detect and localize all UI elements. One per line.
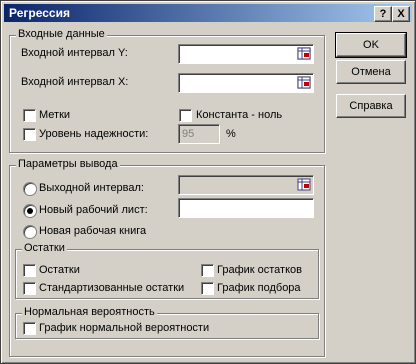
help-button[interactable]: Справка: [336, 94, 406, 118]
labels-label: Метки: [39, 109, 71, 121]
cancel-button[interactable]: Отмена: [336, 60, 406, 84]
ok-button[interactable]: OK: [335, 32, 407, 58]
input-y-label: Входной интервал Y:: [21, 47, 128, 59]
residual-plots-label: График остатков: [217, 264, 302, 276]
input-y-field[interactable]: [178, 44, 314, 64]
close-button[interactable]: X: [392, 6, 410, 22]
output-range-field[interactable]: [178, 175, 314, 195]
input-group-title: Входные данные: [16, 28, 107, 40]
confidence-field[interactable]: 95: [178, 124, 220, 144]
new-workbook-label: Новая рабочая книга: [39, 225, 147, 237]
line-fit-plots-label: График подбора: [217, 282, 301, 294]
output-group-title: Параметры вывода: [16, 158, 120, 170]
residuals-group-title: Остатки: [22, 242, 67, 254]
constant-zero-checkbox[interactable]: [179, 109, 192, 122]
normal-plot-checkbox[interactable]: [23, 322, 36, 335]
output-range-radio[interactable]: [23, 182, 37, 196]
constant-zero-label: Константа - ноль: [196, 109, 283, 121]
input-x-label: Входной интервал X:: [21, 76, 129, 88]
residual-plots-checkbox[interactable]: [201, 264, 214, 277]
output-range-label: Выходной интервал:: [39, 182, 144, 194]
dialog-title: Регрессия: [9, 6, 70, 20]
help-title-button[interactable]: ?: [374, 6, 392, 22]
title-bar[interactable]: Регрессия ? X: [4, 4, 412, 22]
range-select-icon[interactable]: [297, 47, 311, 60]
confidence-checkbox[interactable]: [23, 128, 36, 141]
percent-sign: %: [226, 128, 236, 140]
residuals-label: Остатки: [39, 264, 80, 276]
normal-plot-label: График нормальной вероятности: [39, 322, 210, 334]
range-select-icon[interactable]: [297, 178, 311, 191]
confidence-label: Уровень надежности:: [39, 128, 149, 140]
line-fit-plots-checkbox[interactable]: [201, 282, 214, 295]
confidence-value: 95: [182, 128, 195, 140]
standardized-residuals-label: Стандартизованные остатки: [39, 282, 185, 294]
new-sheet-label: Новый рабочий лист:: [39, 204, 148, 216]
radio-selected-dot: [27, 208, 33, 214]
normal-probability-group-title: Нормальная вероятность: [22, 306, 157, 318]
new-sheet-radio[interactable]: [23, 204, 37, 218]
input-x-field[interactable]: [178, 73, 314, 93]
residuals-checkbox[interactable]: [23, 264, 36, 277]
range-select-icon[interactable]: [297, 76, 311, 89]
new-workbook-radio[interactable]: [23, 225, 37, 239]
regression-dialog: Регрессия ? X OK Отмена Справка Входные …: [0, 0, 416, 364]
standardized-residuals-checkbox[interactable]: [23, 282, 36, 295]
labels-checkbox[interactable]: [23, 109, 36, 122]
new-sheet-field[interactable]: [178, 198, 314, 218]
